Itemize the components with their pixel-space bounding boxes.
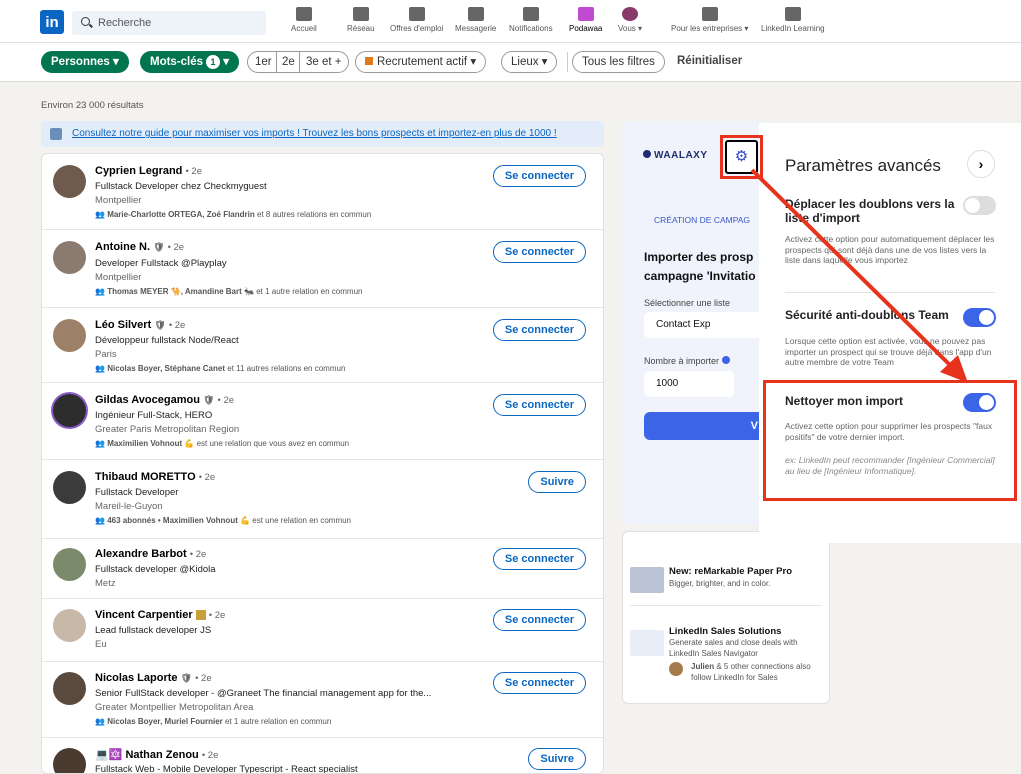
annotation-arrow <box>750 168 968 383</box>
